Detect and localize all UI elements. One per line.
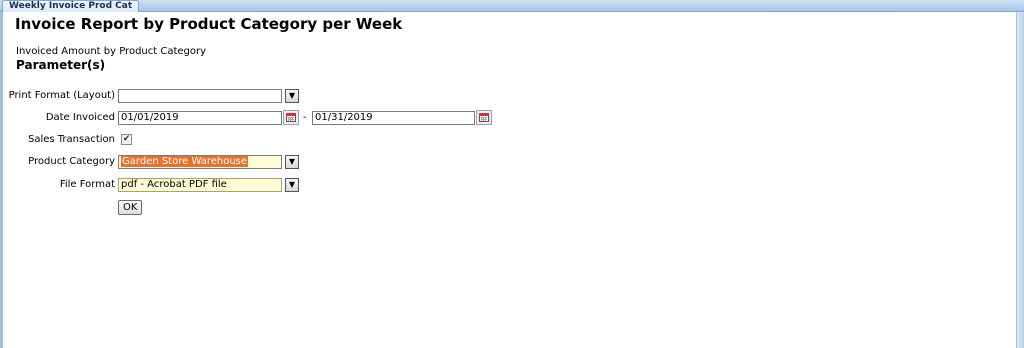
sales-transaction-label: Sales Transaction xyxy=(27,134,115,145)
product-category-value: Garden Store Warehouse xyxy=(121,156,249,167)
ok-button[interactable]: OK xyxy=(118,200,143,215)
page-subtitle: Invoiced Amount by Product Category xyxy=(16,46,207,57)
checkmark-icon: ✔ xyxy=(122,134,131,144)
file-format-label: File Format xyxy=(59,179,115,190)
print-format-dropdown-button[interactable]: ▼ xyxy=(285,89,299,103)
chevron-down-icon: ▼ xyxy=(288,180,296,189)
calendar-icon xyxy=(479,113,489,122)
chevron-down-icon: ▼ xyxy=(288,91,296,100)
tab-strip: Weekly Invoice Prod Cat xyxy=(0,0,1024,12)
sales-transaction-checkbox[interactable]: ✔ xyxy=(121,134,132,145)
print-format-select[interactable] xyxy=(118,89,282,103)
report-parameter-window: Weekly Invoice Prod Cat Invoice Report b… xyxy=(0,0,1024,348)
product-category-select[interactable]: Garden Store Warehouse xyxy=(118,155,282,169)
print-format-label: Print Format (Layout) xyxy=(8,90,115,101)
date-range-separator: - xyxy=(303,112,307,123)
file-format-select[interactable]: pdf - Acrobat PDF file xyxy=(118,178,282,192)
tab-weekly-invoice-prod-cat[interactable]: Weekly Invoice Prod Cat xyxy=(2,0,140,12)
parameters-heading: Parameter(s) xyxy=(16,58,106,72)
chevron-down-icon: ▼ xyxy=(288,157,296,166)
date-invoiced-to-input[interactable]: 01/31/2019 xyxy=(312,111,475,125)
date-from-calendar-button[interactable] xyxy=(283,110,299,125)
product-category-dropdown-button[interactable]: ▼ xyxy=(285,155,299,169)
page-title: Invoice Report by Product Category per W… xyxy=(15,15,403,33)
file-format-dropdown-button[interactable]: ▼ xyxy=(285,178,299,192)
date-to-calendar-button[interactable] xyxy=(476,110,492,125)
product-category-label: Product Category xyxy=(28,156,115,167)
calendar-icon xyxy=(286,113,296,122)
right-scroll-border xyxy=(1016,12,1024,348)
date-invoiced-from-input[interactable]: 01/01/2019 xyxy=(118,111,282,125)
date-invoiced-label: Date Invoiced xyxy=(45,112,115,123)
